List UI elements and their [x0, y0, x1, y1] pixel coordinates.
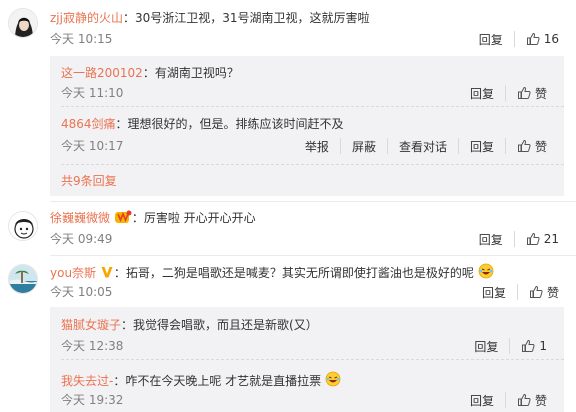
avatar[interactable] — [8, 264, 38, 294]
like-label: 赞 — [534, 139, 547, 154]
timestamp: 今天 10:17 — [61, 139, 124, 153]
reply-button[interactable]: 回复 — [459, 392, 505, 408]
reply-text: ：理想很好的，但是。排练应该时间赶不及 — [115, 117, 344, 131]
thumbs-up-icon — [517, 393, 531, 406]
reply-label: 回复 — [474, 339, 499, 354]
reply-button[interactable]: 回复 — [468, 231, 514, 247]
reply-button[interactable]: 回复 — [468, 31, 514, 47]
reply-actions: 举报 屏蔽 查看对话 回复 赞 — [294, 138, 558, 154]
reply-line: 这一路200102：有湖南卫视吗？ — [61, 65, 239, 81]
username-link[interactable]: 徐巍巍微微 — [50, 211, 110, 225]
timestamp: 今天 10:05 — [50, 285, 113, 299]
view-conversation-button[interactable]: 查看对话 — [386, 138, 458, 154]
thumbs-up-icon — [522, 339, 535, 352]
comment-divider — [50, 255, 576, 256]
username-link[interactable]: 这一路200102 — [61, 66, 143, 80]
comment-line: zjj寂静的火山：30号浙江卫视，31号湖南卫视，这就厉害啦 — [50, 10, 370, 26]
reply-label: 回复 — [478, 232, 503, 247]
reply-actions: 回复 赞 — [459, 392, 558, 408]
member-badge-icon — [114, 210, 132, 223]
laughing-emoji-icon — [325, 371, 341, 387]
like-button[interactable]: 赞 — [516, 284, 570, 300]
timestamp: 今天 11:10 — [61, 86, 124, 100]
username-link[interactable]: 猫腻女璇子 — [61, 318, 121, 332]
reply-box: 这一路200102：有湖南卫视吗？ 今天 11:10 回复 赞 4864剑痛：理… — [50, 56, 564, 196]
comment-line: 徐巍巍微微 ：厉害啦 开心开心开心 — [50, 210, 256, 226]
block-button[interactable]: 屏蔽 — [339, 138, 387, 154]
timestamp: 今天 12:38 — [61, 339, 124, 353]
reply-label: 回复 — [478, 32, 503, 47]
thumbs-up-icon — [517, 139, 531, 152]
reply-label: 回复 — [481, 285, 506, 300]
reply-actions: 回复 赞 — [459, 85, 558, 101]
avatar[interactable] — [8, 8, 38, 38]
view-conversation-label: 查看对话 — [398, 139, 447, 154]
timestamp: 今天 09:49 — [50, 232, 113, 246]
reply-text: ：咋不在今天晚上呢 才艺就是直播拉票 — [113, 374, 322, 388]
thumbs-up-icon — [526, 32, 540, 45]
like-button[interactable]: 赞 — [504, 85, 558, 101]
thumbs-up-icon — [526, 232, 540, 245]
like-label: 赞 — [534, 393, 547, 408]
reply-separator — [61, 359, 564, 360]
timestamp: 今天 10:15 — [50, 32, 113, 46]
block-label: 屏蔽 — [351, 139, 376, 154]
username-link[interactable]: zjj寂静的火山 — [50, 11, 123, 25]
reply-separator — [61, 164, 564, 165]
like-button[interactable]: 赞 — [504, 138, 558, 154]
reply-box: 猫腻女璇子：我觉得会唱歌，而且还是新歌(又） 今天 12:38 回复 1 我失去… — [50, 307, 564, 412]
thumbs-up-icon — [529, 285, 543, 298]
reply-line: 猫腻女璇子：我觉得会唱歌，而且还是新歌(又） — [61, 317, 318, 333]
like-button[interactable]: 16 — [513, 31, 570, 47]
more-replies-link[interactable]: 共9条回复 — [61, 173, 117, 189]
reply-text: ：我觉得会唱歌，而且还是新歌(又） — [121, 318, 318, 332]
reply-label: 回复 — [469, 86, 494, 101]
reply-label: 回复 — [469, 139, 494, 154]
reply-button[interactable]: 回复 — [471, 284, 517, 300]
comment-divider — [50, 201, 576, 202]
comment-actions: 回复 16 — [468, 31, 570, 47]
timestamp: 今天 19:32 — [61, 393, 124, 407]
report-label: 举报 — [304, 139, 329, 154]
reply-text: ：有湖南卫视吗？ — [142, 66, 239, 80]
reply-separator — [61, 106, 564, 107]
verified-v-icon — [101, 267, 113, 278]
reply-label: 回复 — [469, 393, 494, 408]
comment-actions: 回复 赞 — [471, 284, 570, 300]
comment-text: ：拓哥，二狗是唱歌还是喊麦？其实无所谓即使打酱油也是极好的呢 — [113, 266, 474, 280]
reply-button[interactable]: 回复 — [463, 338, 509, 354]
username-link[interactable]: you奈斯 — [50, 266, 96, 280]
report-button[interactable]: 举报 — [294, 138, 340, 154]
comment-text: ：厉害啦 开心开心开心 — [131, 211, 256, 225]
username-link[interactable]: 4864剑痛 — [61, 117, 116, 131]
comment-text: ：30号浙江卫视，31号湖南卫视，这就厉害啦 — [122, 11, 370, 25]
reply-button[interactable]: 回复 — [459, 85, 505, 101]
avatar[interactable] — [8, 211, 38, 241]
comment-line: you奈斯 ：拓哥，二狗是唱歌还是喊麦？其实无所谓即使打酱油也是极好的呢 — [50, 263, 494, 281]
comment-actions: 回复 21 — [468, 231, 570, 247]
like-label: 赞 — [534, 86, 547, 101]
reply-button[interactable]: 回复 — [457, 138, 505, 154]
like-button[interactable]: 1 — [509, 338, 558, 354]
username-link[interactable]: 我失去过- — [61, 374, 113, 388]
like-button[interactable]: 赞 — [504, 392, 558, 408]
like-count: 1 — [539, 339, 547, 353]
like-button[interactable]: 21 — [513, 231, 570, 247]
reply-line: 我失去过-：咋不在今天晚上呢 才艺就是直播拉票 — [61, 371, 341, 389]
like-count: 21 — [543, 232, 559, 246]
laughing-emoji-icon — [478, 263, 494, 279]
like-count: 16 — [543, 32, 559, 46]
reply-line: 4864剑痛：理想很好的，但是。排练应该时间赶不及 — [61, 116, 344, 132]
thumbs-up-icon — [517, 86, 531, 99]
like-label: 赞 — [546, 285, 559, 300]
reply-actions: 回复 1 — [463, 338, 558, 354]
